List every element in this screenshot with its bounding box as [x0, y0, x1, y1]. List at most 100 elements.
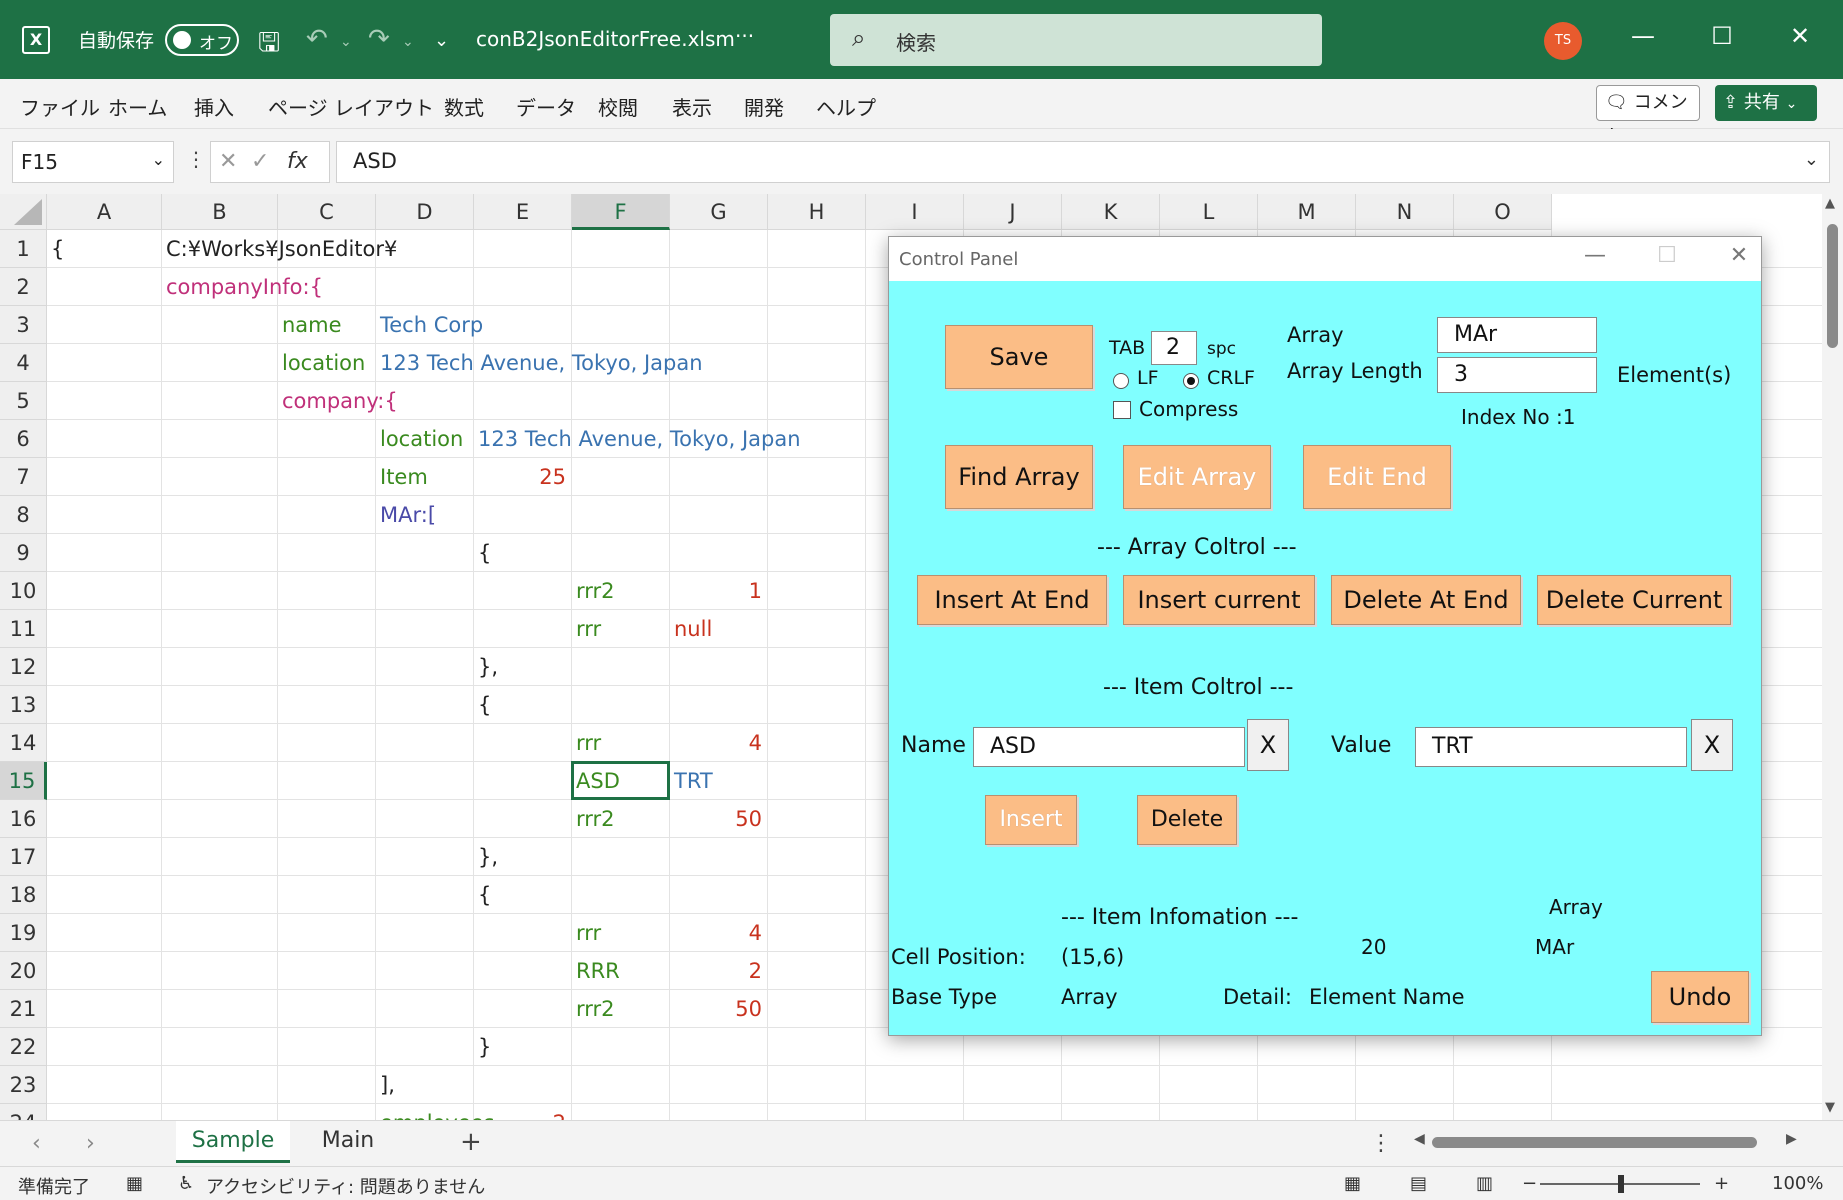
cell[interactable]: }, — [474, 838, 498, 876]
clear-name-button[interactable]: X — [1247, 719, 1289, 771]
autosave-toggle[interactable]: オフ — [165, 24, 239, 56]
row-header-13[interactable]: 13 — [0, 686, 47, 724]
edit-array-button[interactable]: Edit Array — [1123, 445, 1271, 509]
column-header-c[interactable]: C — [278, 194, 376, 230]
row-header-11[interactable]: 11 — [0, 610, 47, 648]
cell[interactable]: rrr — [572, 610, 601, 648]
compress-checkbox[interactable] — [1113, 401, 1131, 419]
sheet-tab-main[interactable]: Main — [296, 1121, 400, 1163]
row-header-20[interactable]: 20 — [0, 952, 47, 990]
more-options[interactable]: ··· — [735, 24, 754, 48]
save-button[interactable]: Save — [945, 325, 1093, 389]
row-header-24[interactable]: 24 — [0, 1104, 47, 1120]
undo-button[interactable]: Undo — [1651, 971, 1749, 1023]
find-array-button[interactable]: Find Array — [945, 445, 1093, 509]
search-box[interactable]: ⌕ 検索 — [830, 14, 1322, 66]
tab-view[interactable]: 表示 — [672, 92, 712, 121]
sheet-tab-sample[interactable]: Sample — [176, 1121, 290, 1163]
insert-current-button[interactable]: Insert current — [1123, 575, 1315, 625]
undo-icon[interactable]: ↶ — [306, 24, 328, 54]
row-header-22[interactable]: 22 — [0, 1028, 47, 1066]
row-header-9[interactable]: 9 — [0, 534, 47, 572]
scrollbar-thumb[interactable] — [1827, 224, 1838, 348]
cell[interactable]: Tech Corp — [376, 306, 483, 344]
column-header-g[interactable]: G — [670, 194, 768, 230]
row-header-8[interactable]: 8 — [0, 496, 47, 534]
scrollbar-thumb[interactable] — [1432, 1137, 1757, 1148]
row-header-10[interactable]: 10 — [0, 572, 47, 610]
insert-at-end-button[interactable]: Insert At End — [917, 575, 1107, 625]
row-header-15[interactable]: 15 — [0, 762, 47, 800]
chevron-down-icon[interactable]: ⌄ — [152, 150, 165, 169]
chevron-right-icon[interactable]: › — [86, 1131, 95, 1156]
column-header-i[interactable]: I — [866, 194, 964, 230]
save-icon[interactable]: 🖫 — [258, 24, 280, 68]
column-header-f[interactable]: F — [572, 194, 670, 230]
tab-help[interactable]: ヘルプ — [816, 92, 876, 121]
undo-dropdown-icon[interactable]: ⌄ — [340, 34, 352, 50]
row-header-21[interactable]: 21 — [0, 990, 47, 1028]
column-header-h[interactable]: H — [768, 194, 866, 230]
close-icon[interactable]: ✕ — [1719, 243, 1759, 268]
formula-input[interactable]: ASD ⌄ — [336, 141, 1830, 183]
column-header-j[interactable]: J — [964, 194, 1062, 230]
cell[interactable]: ], — [376, 1066, 395, 1104]
page-break-view-icon[interactable]: ▥ — [1476, 1173, 1493, 1194]
insert-function-icon[interactable]: fx — [287, 149, 308, 174]
cell[interactable]: location — [278, 344, 365, 382]
avatar[interactable]: TS — [1544, 22, 1582, 60]
row-header-23[interactable]: 23 — [0, 1066, 47, 1104]
cell[interactable]: { — [474, 686, 491, 724]
normal-view-icon[interactable]: ▦ — [1344, 1173, 1361, 1194]
cell[interactable]: 123 Tech Avenue, Tokyo, Japan — [474, 420, 801, 458]
row-header-14[interactable]: 14 — [0, 724, 47, 762]
minimize-icon[interactable]: — — [1575, 243, 1615, 268]
cell[interactable]: } — [474, 1028, 491, 1066]
tab-size-input[interactable]: 2 — [1151, 331, 1197, 365]
cell[interactable]: 50 — [670, 990, 762, 1028]
tab-file[interactable]: ファイル — [20, 92, 100, 121]
tab-formulas[interactable]: 数式 — [444, 92, 484, 121]
scroll-right-icon[interactable]: ▶ — [1786, 1131, 1797, 1147]
tab-page-layout[interactable]: ページ レイアウト — [268, 92, 434, 121]
scroll-down-icon[interactable]: ▼ — [1825, 1100, 1835, 1115]
cell[interactable]: 50 — [670, 800, 762, 838]
column-header-o[interactable]: O — [1454, 194, 1552, 230]
row-header-2[interactable]: 2 — [0, 268, 47, 306]
cell[interactable]: 2 — [670, 952, 762, 990]
delete-item-button[interactable]: Delete — [1137, 795, 1237, 845]
close-icon[interactable]: ✕ — [1780, 22, 1820, 50]
more-vertical-icon[interactable]: ⋮ — [186, 147, 206, 171]
cell[interactable]: }, — [474, 648, 498, 686]
crlf-radio[interactable] — [1183, 373, 1199, 389]
cell[interactable]: TRT — [670, 762, 713, 800]
cell[interactable]: 25 — [474, 458, 566, 496]
more-vertical-icon[interactable]: ⋮ — [1370, 1131, 1392, 1156]
cell[interactable]: null — [670, 610, 712, 648]
zoom-slider-knob[interactable] — [1618, 1175, 1624, 1193]
column-header-k[interactable]: K — [1062, 194, 1160, 230]
cell[interactable]: 4 — [670, 914, 762, 952]
row-header-1[interactable]: 1 — [0, 230, 47, 268]
confirm-icon[interactable]: ✓ — [251, 149, 269, 174]
row-header-16[interactable]: 16 — [0, 800, 47, 838]
array-name-input[interactable]: MAr — [1437, 317, 1597, 353]
select-all-corner[interactable] — [0, 194, 47, 230]
tab-insert[interactable]: 挿入 — [194, 92, 234, 121]
name-box[interactable]: F15 ⌄ — [12, 141, 174, 183]
edit-end-button[interactable]: Edit End — [1303, 445, 1451, 509]
cell[interactable]: RRR — [572, 952, 620, 990]
cell[interactable]: rrr2 — [572, 572, 615, 610]
cell[interactable]: 2 — [474, 1104, 566, 1120]
cell[interactable]: 123 Tech Avenue, Tokyo, Japan — [376, 344, 703, 382]
clear-value-button[interactable]: X — [1691, 719, 1733, 771]
add-sheet-icon[interactable]: + — [460, 1127, 482, 1157]
row-header-19[interactable]: 19 — [0, 914, 47, 952]
zoom-in-icon[interactable]: + — [1714, 1173, 1729, 1194]
delete-at-end-button[interactable]: Delete At End — [1331, 575, 1521, 625]
scroll-left-icon[interactable]: ◀ — [1414, 1131, 1425, 1147]
row-header-18[interactable]: 18 — [0, 876, 47, 914]
accessibility-status[interactable]: アクセシビリティ: 問題ありません — [206, 1173, 485, 1199]
zoom-slider[interactable] — [1540, 1175, 1700, 1193]
item-value-input[interactable]: TRT — [1415, 727, 1687, 767]
